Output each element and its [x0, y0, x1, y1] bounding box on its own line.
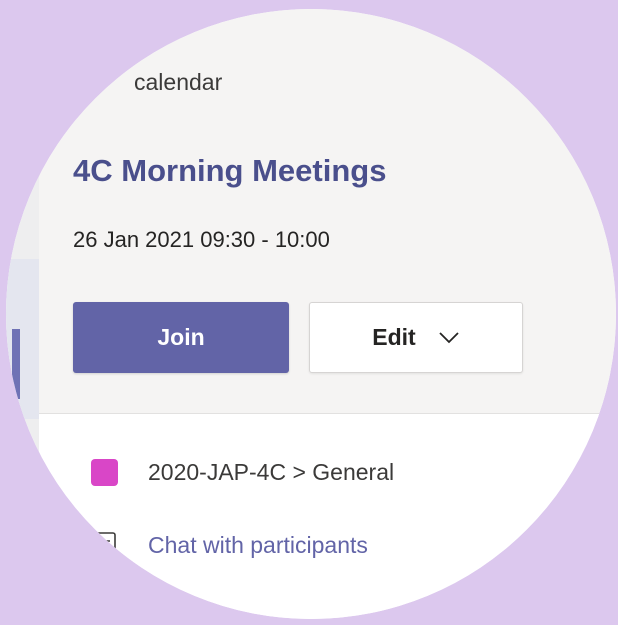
- chat-icon: [91, 530, 118, 560]
- channel-label: 2020-JAP-4C > General: [148, 459, 395, 485]
- edit-button[interactable]: Edit: [309, 302, 523, 373]
- meeting-datetime: 26 Jan 2021 09:30 - 10:00: [73, 227, 330, 252]
- meeting-title: 4C Morning Meetings: [73, 153, 387, 188]
- background-accent-bar: [12, 329, 20, 399]
- chat-label: Chat with participants: [148, 531, 368, 558]
- meeting-details-panel: calendar 4C Morning Meetings 26 Jan 2021…: [6, 9, 616, 619]
- channel-link[interactable]: 2020-JAP-4C > General: [91, 459, 394, 486]
- background-panel: [6, 259, 39, 419]
- background-app-strip: [6, 9, 40, 619]
- chevron-down-icon: [438, 331, 460, 345]
- meeting-info-section: [39, 414, 616, 619]
- team-channel-icon: [91, 459, 118, 486]
- join-button[interactable]: Join: [73, 302, 289, 373]
- calendar-label: calendar: [134, 69, 223, 95]
- chat-with-participants-link[interactable]: Chat with participants: [91, 530, 368, 560]
- edit-button-label: Edit: [372, 324, 416, 350]
- join-button-label: Join: [157, 324, 205, 350]
